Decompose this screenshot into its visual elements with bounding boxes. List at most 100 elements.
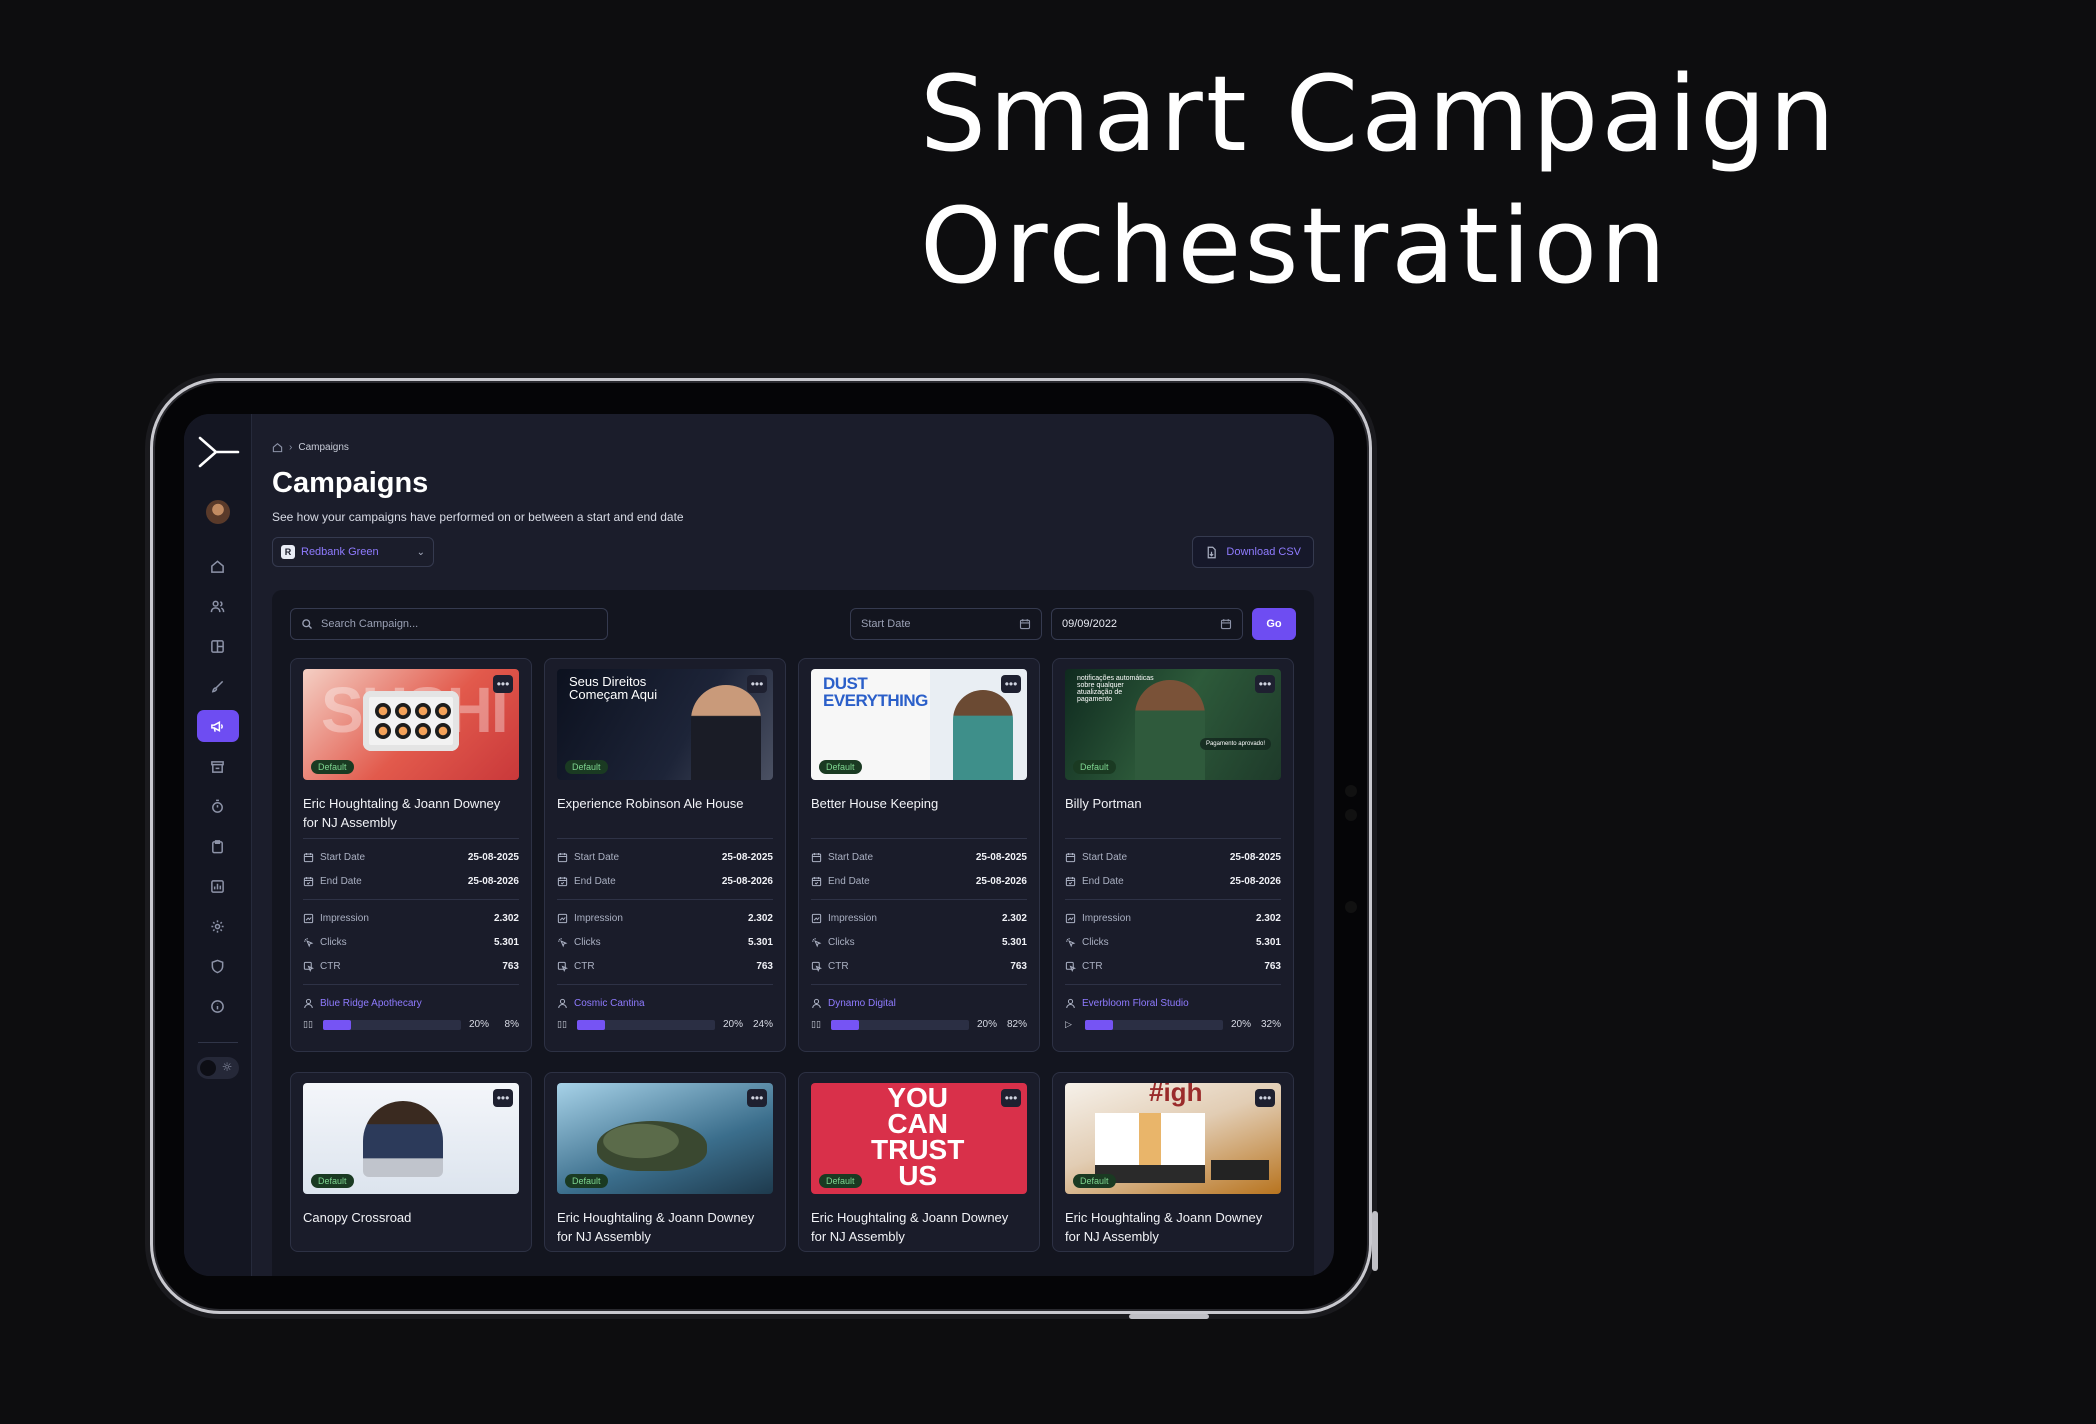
start-date-placeholder: Start Date xyxy=(861,618,911,630)
more-options-button[interactable]: ••• xyxy=(493,675,513,693)
chart-icon xyxy=(811,913,822,923)
progress-percent: 20% xyxy=(1231,1019,1252,1030)
sidebar-item-design[interactable] xyxy=(197,670,239,702)
default-badge: Default xyxy=(311,760,354,774)
end-date-label: End Date xyxy=(1082,875,1124,887)
sidebar-item-users[interactable] xyxy=(197,590,239,622)
client-link[interactable]: Everbloom Floral Studio xyxy=(1065,995,1281,1011)
end-date-label: End Date xyxy=(574,875,616,887)
app-screen: ☼ › Campaigns Campaigns See how your cam… xyxy=(184,414,1334,1276)
default-badge: Default xyxy=(565,1174,608,1188)
divider xyxy=(1065,984,1281,985)
impression-value: 2.302 xyxy=(747,912,773,924)
sidebar-divider xyxy=(197,1042,238,1043)
user-icon xyxy=(812,998,821,1008)
campaign-thumbnail: SUSHI ••• Default xyxy=(303,669,519,780)
download-csv-button[interactable]: Download CSV xyxy=(1192,536,1314,568)
campaign-card[interactable]: notificações automáticas sobre qualquer … xyxy=(1052,658,1294,1052)
pause-icon[interactable]: ▯▯ xyxy=(303,1020,315,1030)
more-options-button[interactable]: ••• xyxy=(1255,675,1275,693)
start-date-label: Start Date xyxy=(574,851,620,863)
sidebar-item-settings[interactable] xyxy=(197,910,239,942)
sun-icon: ☼ xyxy=(221,1060,233,1074)
home-icon xyxy=(211,559,224,573)
ctr-icon xyxy=(557,961,568,972)
client-link[interactable]: Blue Ridge Apothecary xyxy=(303,995,519,1011)
calendar-icon xyxy=(1220,619,1232,630)
home-icon[interactable] xyxy=(272,442,283,453)
campaign-name: Experience Robinson Ale House xyxy=(557,796,744,811)
sidebar-item-campaigns[interactable] xyxy=(196,710,239,742)
campaign-card[interactable]: #igh ••• Default Eric Houghtaling & Joan… xyxy=(1052,1072,1294,1252)
report-icon xyxy=(211,879,224,893)
page-title: Campaigns xyxy=(272,467,429,499)
sidebar-item-clipboard[interactable] xyxy=(197,830,239,862)
chart-icon xyxy=(1065,913,1076,923)
sidebar: ☼ xyxy=(184,414,252,1276)
pause-icon[interactable]: ▯▯ xyxy=(557,1020,569,1030)
users-icon xyxy=(210,600,225,612)
default-badge: Default xyxy=(311,1174,354,1188)
campaign-card[interactable]: Seus Direitos Começam Aqui ••• Default E… xyxy=(544,658,786,1052)
campaign-name: Eric Houghtaling & Joann Downey for NJ A… xyxy=(811,1210,1009,1244)
page-subtitle: See how your campaigns have performed on… xyxy=(272,510,684,524)
start-date-value: 25-08-2025 xyxy=(1229,851,1281,863)
more-options-button[interactable]: ••• xyxy=(1001,675,1021,693)
logo-icon[interactable] xyxy=(196,434,240,470)
sidebar-item-layout[interactable] xyxy=(197,630,239,662)
file-download-icon xyxy=(1208,546,1217,558)
campaign-card[interactable]: ••• Default Canopy Crossroad xyxy=(290,1072,532,1252)
progress-fill xyxy=(577,1019,605,1030)
campaign-name: Better House Keeping xyxy=(811,796,939,811)
client-name: Blue Ridge Apothecary xyxy=(320,997,422,1009)
sushi-plate-image xyxy=(363,691,459,751)
end-date-input[interactable]: 09/09/2022 xyxy=(1051,608,1243,640)
search-placeholder: Search Campaign... xyxy=(321,618,419,630)
campaign-name: Canopy Crossroad xyxy=(303,1210,412,1225)
account-name: Redbank Green xyxy=(301,546,379,558)
progress-row: ▯▯ 20% 24% xyxy=(557,1019,773,1030)
sidebar-item-reports[interactable] xyxy=(197,870,239,902)
more-options-button[interactable]: ••• xyxy=(1255,1089,1275,1107)
ctr-row: CTR 763 xyxy=(811,954,1027,978)
clicks-label: Clicks xyxy=(574,936,601,948)
campaign-card[interactable]: ••• Default Eric Houghtaling & Joann Dow… xyxy=(544,1072,786,1252)
search-input[interactable]: Search Campaign... xyxy=(290,608,608,640)
campaign-name: Billy Portman xyxy=(1065,796,1142,811)
campaign-card[interactable]: SUSHI ••• Default Eric Houghtaling & Joa… xyxy=(290,658,532,1052)
go-button[interactable]: Go xyxy=(1252,608,1296,640)
sidebar-item-timer[interactable] xyxy=(197,790,239,822)
avatar[interactable] xyxy=(205,500,230,524)
account-select[interactable]: R Redbank Green ⌄ xyxy=(272,537,434,567)
campaign-thumbnail: notificações automáticas sobre qualquer … xyxy=(1065,669,1281,780)
ctr-row: CTR 763 xyxy=(557,954,773,978)
chevron-right-icon: › xyxy=(289,442,293,453)
theme-toggle[interactable]: ☼ xyxy=(196,1057,239,1079)
search-icon xyxy=(302,619,312,629)
camera-dot xyxy=(1345,785,1357,797)
start-date-label: Start Date xyxy=(320,851,366,863)
start-date-input[interactable]: Start Date xyxy=(850,608,1042,640)
settings-icon xyxy=(211,919,224,933)
pause-icon[interactable]: ▯▯ xyxy=(811,1020,823,1030)
sidebar-item-home[interactable] xyxy=(197,550,239,582)
campaign-card[interactable]: DUST EVERYTHING ••• Default Better House… xyxy=(798,658,1040,1052)
sidebar-item-security[interactable] xyxy=(197,950,239,982)
more-options-button[interactable]: ••• xyxy=(747,675,767,693)
clicks-label: Clicks xyxy=(828,936,855,948)
campaign-card[interactable]: YOU CAN TRUST US ••• Default Eric Hought… xyxy=(798,1072,1040,1252)
more-options-button[interactable]: ••• xyxy=(1001,1089,1021,1107)
more-options-button[interactable]: ••• xyxy=(493,1089,513,1107)
sidebar-item-store[interactable] xyxy=(197,750,239,782)
play-icon[interactable]: ▷ xyxy=(1065,1020,1077,1030)
toggle-knob xyxy=(199,1060,216,1076)
person-image xyxy=(953,690,1013,780)
sidebar-item-info[interactable] xyxy=(197,990,239,1022)
progress-percent: 20% xyxy=(977,1019,998,1030)
progress-bar xyxy=(831,1019,969,1030)
client-link[interactable]: Cosmic Cantina xyxy=(557,995,773,1011)
more-options-button[interactable]: ••• xyxy=(747,1089,767,1107)
client-link[interactable]: Dynamo Digital xyxy=(811,995,1027,1011)
progress-fill xyxy=(831,1019,859,1030)
account-row: R Redbank Green ⌄ Download CSV xyxy=(272,536,1314,568)
